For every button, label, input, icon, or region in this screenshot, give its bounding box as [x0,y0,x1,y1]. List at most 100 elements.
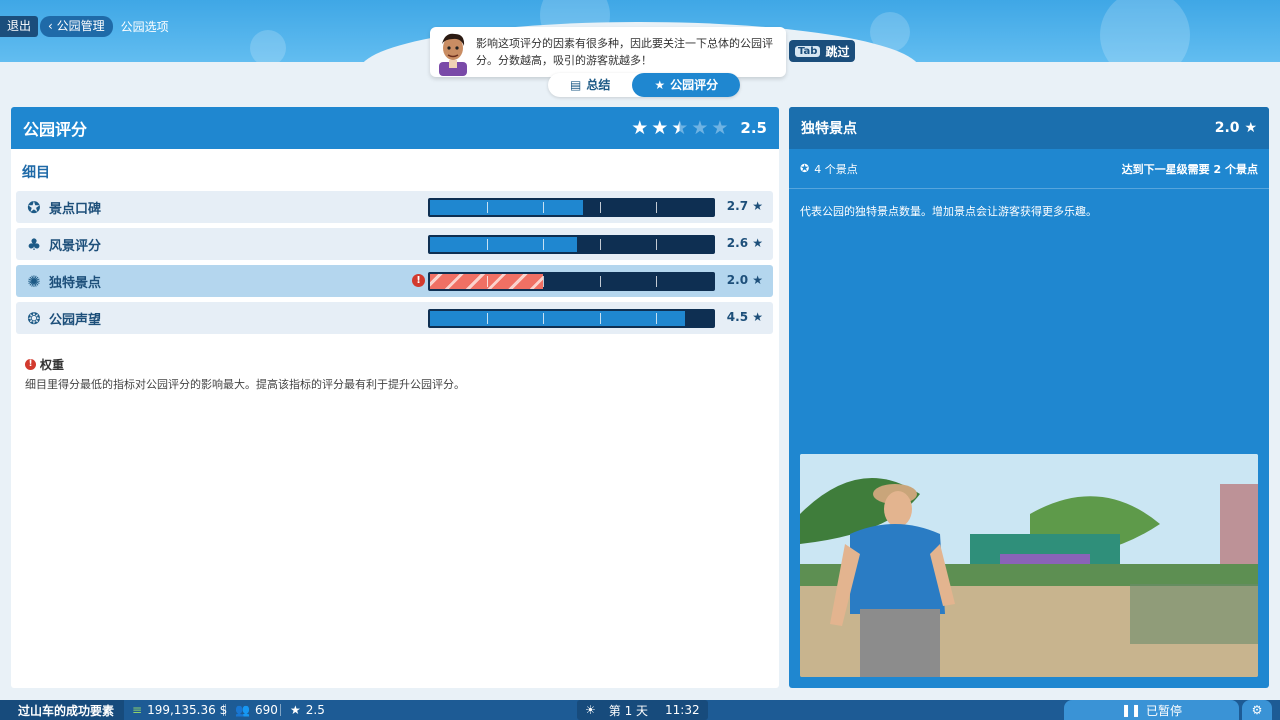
detail-header: 独特景点 2.0 ★ [789,107,1269,149]
rating-row-label: 公园声望 [49,312,102,328]
park-rating-title: 公园评分 [23,120,88,139]
tab-summary-label: 总结 [586,78,611,92]
document-icon: ▤ [570,78,582,92]
bar-tick [656,313,658,324]
detail-description: 代表公园的独特景点数量。增加景点会让游客获得更多乐趣。 [800,205,1097,218]
rating-row-label: 景点口碑 [49,201,102,217]
rating-row-label: 风景评分 [49,238,102,254]
weight-note-title: 权重 [40,358,65,372]
rating-row-value: 2.7 ★ [727,199,763,213]
tab-key-hint: Tab [795,45,821,57]
weight-note-body: 细目里得分最低的指标对公园评分的影响最大。提高该指标的评分最有利于提升公园评分。 [25,378,465,391]
attraction-reputation-icon: ✪ [27,197,41,217]
rating-row-value: 4.5 ★ [727,310,763,324]
rating-progress-bar [428,272,715,291]
skip-button[interactable]: Tab 跳过 [789,40,856,62]
exit-button[interactable]: 退出 [0,16,39,37]
bar-tick [599,239,601,250]
preview-image [800,454,1258,677]
rating-row[interactable]: ✺ 独特景点! 2.0 ★ [16,265,773,297]
advisor-tip: 影响这项评分的因素有很多种，因此要关注一下总体的公园评分。分数越高，吸引的游客就… [430,27,786,77]
star-icon: ★ [651,117,669,139]
star-icon: ★ [748,236,763,250]
empty-star-icon: ★ [691,117,709,139]
pause-button[interactable]: ❚❚ 已暂停 [1064,700,1239,720]
money-value: 199,135.36 $ [147,703,228,717]
bar-tick [599,202,601,213]
bar-tick [543,239,545,250]
detail-score-value: 2.0 [1214,120,1240,136]
empty-star-icon: ★ [711,117,729,139]
detail-info-row: ✪ 4 个景点 达到下一星级需要 2 个景点 [789,149,1269,189]
pause-icon: ❚❚ [1120,703,1142,717]
unique-attraction-icon: ✺ [27,271,41,291]
rating-progress-bar [428,309,715,328]
rating-progress-fill [430,311,685,326]
park-management-label: 公园管理 [56,19,105,33]
rating-progress-fill [430,237,578,252]
rating-progress-bar [428,198,715,217]
tab-park-rating[interactable]: ★ 公园评分 [632,73,741,97]
tab-summary[interactable]: ▤ 总结 [548,73,632,97]
gear-icon: ⚙ [1251,703,1263,717]
half-star-icon: ★ [671,117,689,139]
rating-row-value-text: 2.6 [726,236,749,250]
bar-tick [599,313,601,324]
park-management-crumb[interactable]: ‹ 公园管理 [40,16,113,37]
star-icon: ★ [290,703,301,717]
park-options-crumb[interactable]: 公园选项 [121,18,169,35]
money-display: ≡ 199,135.36 $ [132,700,227,720]
breakdown-title: 细目 [22,165,50,181]
star-icon: ★ [1244,120,1257,136]
rating-row[interactable]: ♣ 风景评分 2.6 ★ [16,228,773,260]
date-time-display: ☀ 第 1 天 11:32 [577,700,708,720]
chevron-left-icon: ‹ [48,19,57,33]
guests-value: 690 [254,703,278,717]
scenario-goal[interactable]: 过山车的成功要素 [0,700,125,720]
reputation-icon: ❂ [27,308,41,328]
bar-tick [543,313,545,324]
advisor-avatar [430,27,476,77]
rating-row-value: 2.6 ★ [727,236,763,250]
bar-tick [486,239,488,250]
star-icon: ★ [631,117,649,139]
skip-label: 跳过 [825,44,850,59]
tab-park-rating-label: 公园评分 [670,78,719,92]
star-icon: ★ [748,310,763,324]
detail-score: 2.0 ★ [1215,120,1257,136]
sun-icon: ☀ [585,703,596,717]
rating-progress-fill [430,200,583,215]
rating-row-value-text: 4.5 [726,310,749,324]
rating-rows: ✪ 景点口碑 2.7 ★ ♣ 风景评分 2.6 ★ ✺ 独特景点! 2.0 ★ ❂ 公园声望 4.5 … [16,191,773,339]
bar-tick [599,276,601,287]
tab-bar: ▤ 总结 ★ 公园评分 [548,73,741,97]
rating-row-value-text: 2.7 [726,199,749,213]
bar-tick [656,202,658,213]
warning-icon: ! [412,274,425,287]
detail-title: 独特景点 [801,121,857,137]
rating-stars: ★ ★ ★ ★ ★ [631,117,728,139]
park-rating-score: 2.5 [740,119,767,137]
bar-tick [656,239,658,250]
guests-display: 👥 690 [235,700,278,720]
star-icon: ★ [654,78,666,92]
bar-tick [486,276,488,287]
rating-row-value-text: 2.0 [726,273,749,287]
rating-row[interactable]: ✪ 景点口碑 2.7 ★ [16,191,773,223]
clock-value: 11:32 [665,703,700,717]
tree-icon: ♣ [26,234,42,254]
bar-tick [656,276,658,287]
bar-tick [486,313,488,324]
star-icon: ★ [748,273,763,287]
status-bar: 过山车的成功要素 ≡ 199,135.36 $ 👥 690 ★ 2.5 ☀ 第 … [0,700,1280,720]
settings-button[interactable]: ⚙ [1242,700,1272,720]
bar-tick [543,276,545,287]
next-level-requirement: 达到下一星级需要 2 个景点 [1121,162,1258,176]
guests-icon: 👥 [235,703,250,717]
bar-tick [486,202,488,213]
rating-row[interactable]: ❂ 公园声望 4.5 ★ [16,302,773,334]
unique-attraction-icon: ✪ [800,162,810,175]
rating-value: 2.5 [305,703,325,717]
bar-tick [543,202,545,213]
rating-row-value: 2.0 ★ [727,273,763,287]
